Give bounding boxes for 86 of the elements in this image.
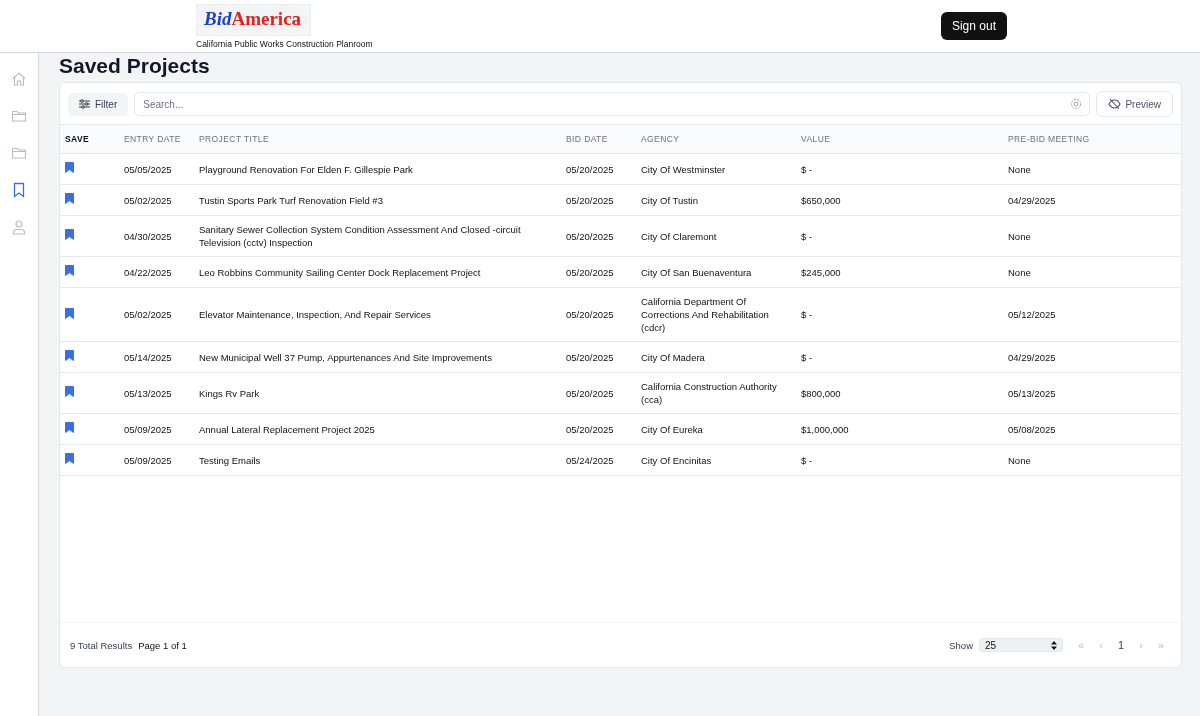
bookmark-icon[interactable] [11, 182, 27, 198]
bookmark-icon[interactable] [65, 307, 74, 319]
sign-out-button[interactable]: Sign out [940, 12, 1007, 40]
column-header: BID DATE [561, 124, 636, 154]
table-cell: Tustin Sports Park Turf Renovation Field #3 [199, 194, 383, 206]
bookmark-icon[interactable] [65, 265, 74, 276]
table-cell: None [1008, 454, 1031, 466]
column-header: VALUE [796, 124, 1003, 154]
table-cell: None [1008, 266, 1031, 278]
logo[interactable]: BidAmerica [196, 3, 312, 36]
table-cell: $ - [801, 230, 813, 242]
table-cell: 05/12/2025 [1008, 309, 1056, 320]
bookmark-icon[interactable] [65, 350, 74, 361]
table-cell: 05/20/2025 [566, 351, 614, 363]
column-header: PRE-BID MEETING [1003, 124, 1181, 154]
column-header: ENTRY DATE [119, 124, 194, 154]
bookmark-icon[interactable] [65, 422, 74, 433]
table-cell: City Of Encinitas [641, 454, 712, 466]
table-cell: 05/14/2025 [124, 351, 172, 363]
table-cell: City Of Eureka [641, 423, 703, 435]
table-cell: 05/02/2025 [124, 194, 172, 206]
table-cell: 05/20/2025 [566, 230, 614, 242]
table-cell: 04/29/2025 [1008, 351, 1056, 363]
table-cell: 05/02/2025 [124, 309, 172, 320]
table-cell: $800,000 [801, 387, 841, 399]
table-cell: 05/20/2025 [566, 423, 614, 435]
table-cell: 05/20/2025 [566, 309, 614, 320]
page-indicator: Page 1 of 1 [138, 639, 187, 651]
filter-button[interactable]: Filter [68, 92, 129, 116]
tagline: California Public Works Construction Planroom [196, 38, 373, 49]
sliders-icon [79, 99, 90, 109]
pager-button[interactable]: 1 [1113, 639, 1129, 651]
table-cell: 04/22/2025 [124, 266, 172, 278]
table-cell: $650,000 [801, 194, 841, 206]
table-cell: None [1008, 163, 1031, 175]
table-cell: Sanitary Sewer Collection System Condition Assessment And Closed -circuit Television (cctv) Inspection [199, 224, 521, 248]
table-cell: 05/20/2025 [566, 163, 614, 175]
table-cell: City Of Madera [641, 351, 705, 363]
table-cell: 05/09/2025 [124, 454, 172, 466]
show-label: Show [949, 639, 973, 651]
table-cell: Annual Lateral Replacement Project 2025 [199, 423, 375, 435]
table-cell: $ - [801, 351, 813, 363]
table-cell: $ - [801, 163, 813, 175]
column-header: AGENCY [636, 124, 796, 154]
bookmark-icon[interactable] [65, 386, 74, 397]
table-cell: 04/30/2025 [124, 230, 172, 242]
table-cell: Leo Robbins Community Sailing Center Dock Replacement Project [199, 266, 481, 278]
updown-icon [1051, 640, 1057, 650]
table-cell: 05/20/2025 [566, 194, 614, 206]
total-results: 9 Total Results [70, 639, 133, 651]
table-cell: $1,000,000 [801, 423, 849, 435]
table-cell: Elevator Maintenance, Inspection, And Repair Services [199, 309, 431, 320]
table-cell: None [1008, 230, 1031, 242]
table-cell: California Department Of Corrections And Rehabilitation (cdcr) [641, 296, 769, 333]
table-cell: 05/20/2025 [566, 387, 614, 399]
table-cell: City Of Claremont [641, 230, 717, 242]
page-title: Saved Projects [59, 53, 211, 79]
preview-button[interactable]: Preview [1096, 91, 1173, 117]
table-cell: 05/05/2025 [124, 163, 172, 175]
table-cell: 05/24/2025 [566, 454, 614, 466]
table-cell: 04/29/2025 [1008, 194, 1056, 206]
table-cell: City Of Westminster [641, 163, 726, 175]
table-cell: 05/08/2025 [1008, 423, 1056, 435]
table-cell: 05/20/2025 [566, 266, 614, 278]
column-header: SAVE [60, 124, 119, 154]
table-cell: 05/13/2025 [124, 387, 172, 399]
table-cell: City Of San Buenaventura [641, 266, 752, 278]
eye-off-icon [1108, 98, 1122, 110]
table-cell: 05/13/2025 [1008, 387, 1056, 399]
bookmark-icon[interactable] [65, 193, 74, 204]
bookmark-icon[interactable] [65, 453, 74, 464]
table-cell: 05/09/2025 [124, 423, 172, 435]
table-cell: California Construction Authority (cca) [641, 381, 777, 405]
table-cell: $ - [801, 454, 813, 466]
page-size-select[interactable]: 25 [979, 638, 1063, 652]
table-cell: City Of Tustin [641, 194, 698, 206]
table-cell: $245,000 [801, 266, 841, 278]
search-field[interactable]: Search... [134, 92, 1091, 116]
column-header: PROJECT TITLE [194, 124, 561, 154]
bookmark-icon[interactable] [65, 162, 74, 173]
bookmark-icon[interactable] [65, 229, 74, 240]
table-cell: Testing Emails [199, 454, 261, 466]
table-cell: New Municipal Well 37 Pump, Appurtenances And Site Improvements [199, 351, 492, 363]
table-cell: Kings Rv Park [199, 387, 260, 399]
table-cell: Playground Renovation For Elden F. Gillespie Park [199, 163, 413, 175]
table-cell: $ - [801, 309, 813, 320]
